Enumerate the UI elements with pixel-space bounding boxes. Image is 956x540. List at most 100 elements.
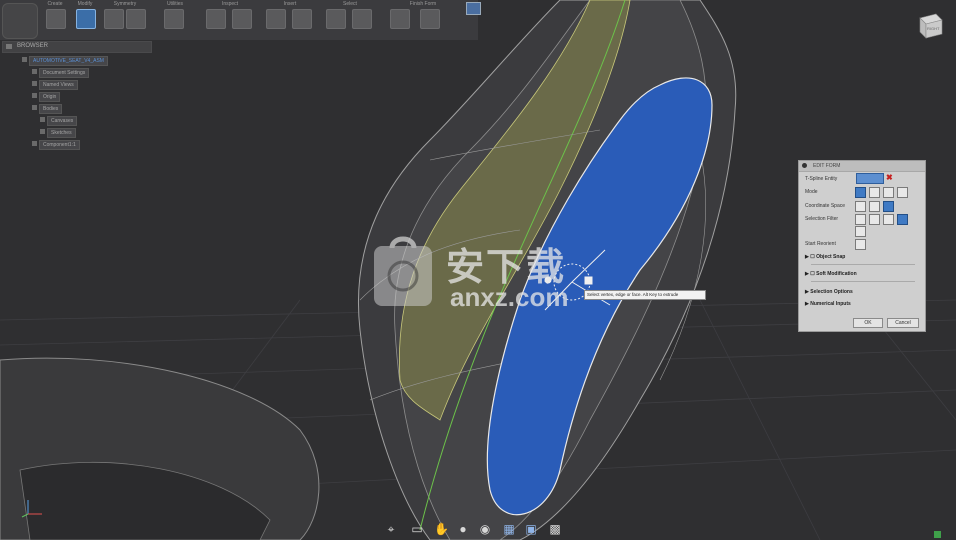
tree-item-label: Named Views [39,80,78,90]
monitor-icon[interactable] [466,2,481,15]
view-space-icon[interactable] [869,201,880,212]
dialog-header[interactable]: EDIT FORM [799,161,925,172]
tspline-entity-label: T-Spline Entity [805,176,838,182]
reorient-icon[interactable] [855,239,866,250]
symmetry-icon[interactable] [104,9,124,29]
watermark-url: anxz.com [450,282,569,312]
tree-item-root[interactable]: AUTOMOTIVE_SEAT_V4_ASM [22,56,108,66]
finish-form-icon[interactable] [390,9,410,29]
toolbar-group-label: Inspect [221,1,239,7]
toolbar-group-create[interactable]: Create [40,0,70,40]
folder-icon [40,117,45,122]
toolbar-group-inspect[interactable]: Inspect [200,0,260,40]
pan-icon[interactable]: ✋ [434,522,449,536]
all-filter-icon[interactable] [855,226,866,237]
object-snap-label: Object Snap [816,254,846,260]
selection-filter-label: Selection Filter [805,216,839,222]
selection-tooltip: Select vertex, edge or face. Alt Key to … [584,290,706,300]
tree-item-label: Sketches [47,128,76,138]
vertex-filter-icon[interactable] [855,214,866,225]
folder-icon [40,129,45,134]
workspace-switcher-button[interactable] [2,3,38,39]
image-icon[interactable] [420,9,440,29]
folder-icon [32,105,37,110]
tree-item[interactable]: Sketches [40,128,76,138]
toolbar-group-label: Symmetry [113,1,137,7]
edit-form-dialog: EDIT FORM T-Spline Entity Mode Coordinat… [798,160,926,332]
browser-header[interactable]: BROWSER [2,41,152,53]
browser-title: BROWSER [17,43,49,49]
soft-modification-label: Soft Modification [816,271,857,277]
display-settings-icon[interactable]: ▦ [502,522,516,536]
collapse-icon[interactable] [6,44,12,49]
toolbar-group-finish-form[interactable]: Finish Form [380,0,466,40]
visibility-icon[interactable] [22,57,27,62]
face-filter-icon[interactable] [883,214,894,225]
fit-icon[interactable]: ◉ [478,522,492,536]
translation-mode-icon[interactable] [869,187,880,198]
create-icon[interactable] [46,9,66,29]
watermark: 安下载 anxz.com [370,232,600,312]
numerical-inputs-section[interactable]: ▶ Numerical Inputs [805,301,851,307]
view-cube-face-label: RIGHT [927,26,940,31]
tree-item[interactable]: Bodies [32,104,63,114]
orbit-icon[interactable]: ⌖ [384,522,398,536]
select-icon[interactable] [326,9,346,29]
scale-mode-icon[interactable] [897,187,908,198]
tspline-entity-selector[interactable] [856,173,884,184]
grid-settings-icon[interactable]: ▩ [548,522,562,536]
axis-triad-icon [21,500,42,518]
utilities-icon[interactable] [126,9,146,29]
tree-item-label: Canvases [47,116,78,126]
coordinate-space-label: Coordinate Space [805,203,846,209]
toolbar-group-label: Utilities [166,1,184,7]
watermark-bag-icon [374,236,432,306]
settings-icon [32,69,37,74]
folder-icon [32,93,37,98]
clear-selection-icon[interactable]: ✖ [886,173,894,182]
cancel-button[interactable]: Cancel [887,318,919,328]
toolbar-group-select[interactable]: Select [320,0,380,40]
dialog-title: EDIT FORM [813,163,841,169]
edge-filter-icon[interactable] [869,214,880,225]
tree-item-label: AUTOMOTIVE_SEAT_V4_ASM [29,56,108,66]
object-snap-section[interactable]: ▶ ☐ Object Snap [805,254,845,260]
view-cube[interactable]: RIGHT [916,12,944,40]
tree-item[interactable]: Document Settings [32,68,90,78]
tree-item[interactable]: Origin [32,92,61,102]
zebra-icon[interactable] [232,9,252,29]
top-toolbar: Create Modify Symmetry Utilities Inspect… [0,0,481,40]
soft-modification-section[interactable]: ▶ ☐ Soft Modification [805,271,857,277]
status-icon[interactable] [934,531,941,538]
insert-canvas-icon[interactable] [292,9,312,29]
measure-icon[interactable] [206,9,226,29]
multi-mode-icon[interactable] [855,187,866,198]
toolbar-group-modify[interactable]: Modify [70,0,100,40]
toolbar-group-insert[interactable]: Insert [260,0,320,40]
divider [811,281,915,282]
tree-item-label: Component1:1 [39,140,80,150]
toolbar-group-label: Finish Form [409,1,437,7]
rotation-mode-icon[interactable] [883,187,894,198]
toolbar-group-utilities[interactable]: Utilities [150,0,200,40]
look-at-icon[interactable]: ▭ [410,522,424,536]
toolbar-group-symmetry[interactable]: Symmetry [100,0,150,40]
tree-item[interactable]: Component1:1 [32,140,80,150]
visual-style-icon[interactable]: ▣ [524,522,538,536]
selection-options-section[interactable]: ▶ Selection Options [805,289,853,295]
world-space-icon[interactable] [855,201,866,212]
ok-button[interactable]: OK [853,318,883,328]
tree-item[interactable]: Named Views [32,80,78,90]
edit-form-icon[interactable] [76,9,96,29]
tree-item-label: Origin [39,92,61,102]
selection-filter-icon[interactable] [352,9,372,29]
tree-item[interactable]: Canvases [40,116,78,126]
toolbar-group-label: Create [47,1,63,7]
local-space-icon[interactable] [883,201,894,212]
convert-icon[interactable] [164,9,184,29]
start-reorient-label: Start Reorient [805,241,836,247]
insert-mesh-icon[interactable] [266,9,286,29]
body-filter-icon[interactable] [897,214,908,225]
dialog-collapse-icon[interactable] [802,163,807,168]
zoom-icon[interactable]: ● [456,522,470,536]
